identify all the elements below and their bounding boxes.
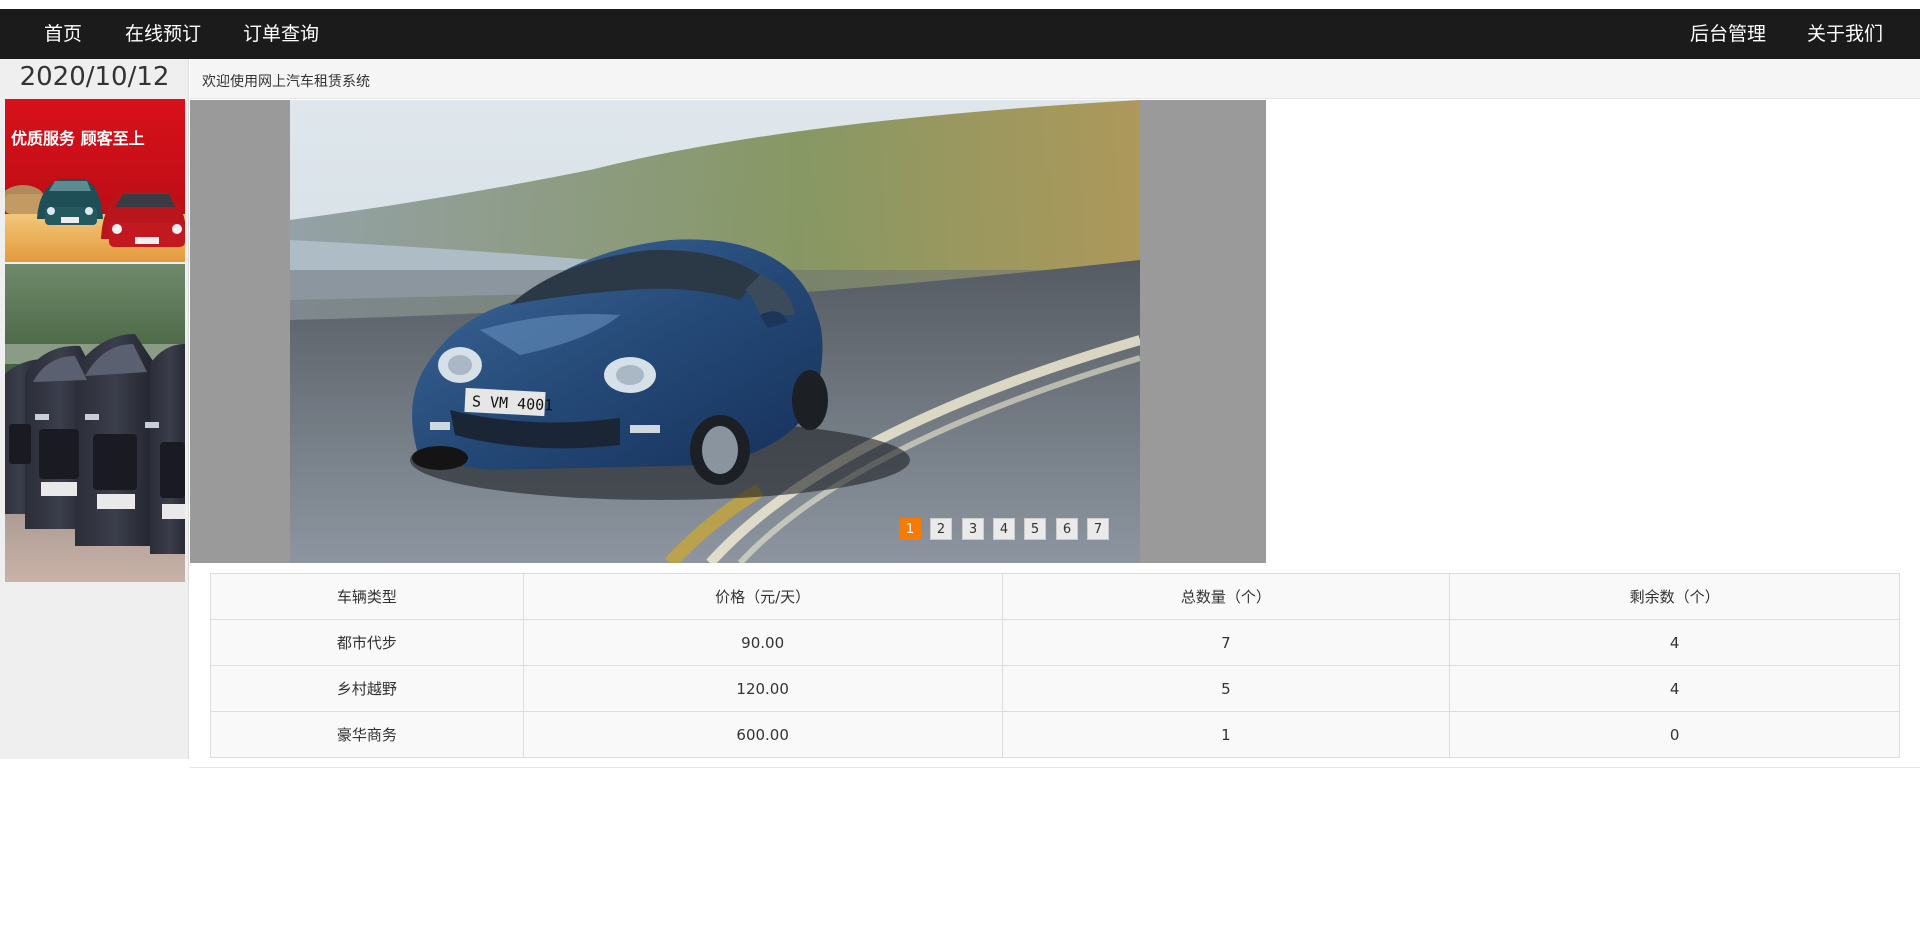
nav-order-query[interactable]: 订单查询 [243,9,319,59]
carousel-page-1[interactable]: 1 [899,518,921,540]
header-price: 价格（元/天） [522,573,1003,620]
nav-home[interactable]: 首页 [44,9,82,59]
welcome-bar: 欢迎使用网上汽车租赁系统 [190,59,1920,99]
car-photo: S VM 4001 [290,100,1140,563]
cell-total: 7 [1001,619,1451,666]
current-date: 2020/10/12 [19,62,170,92]
vehicle-table: 车辆类型 价格（元/天） 总数量（个） 剩余数（个） 都市代步 90.00 7 … [210,573,1900,758]
header-total: 总数量（个） [1001,573,1451,620]
cell-vehicle-type: 都市代步 [210,619,524,666]
service-ad-image[interactable]: 优质服务 顾客至上 [5,99,185,262]
table-header-row: 车辆类型 价格（元/天） 总数量（个） 剩余数（个） [210,573,1900,620]
cell-price: 600.00 [522,711,1003,758]
cell-remaining: 0 [1449,711,1900,758]
welcome-text: 欢迎使用网上汽车租赁系统 [202,74,370,90]
cell-remaining: 4 [1449,619,1900,666]
image-carousel[interactable]: S VM 4001 1 2 3 4 5 6 7 [190,100,1266,563]
carousel-page-7[interactable]: 7 [1087,518,1109,540]
carousel-page-4[interactable]: 4 [993,518,1015,540]
service-ad-graphic: 优质服务 顾客至上 [5,99,185,262]
table-row: 豪华商务 600.00 1 0 [210,711,1900,758]
left-sidebar: 2020/10/12 优质服务 顾客至上 [0,59,189,759]
carousel-page-5[interactable]: 5 [1024,518,1046,540]
cell-price: 90.00 [522,619,1003,666]
carousel-page-3[interactable]: 3 [962,518,984,540]
nav-admin[interactable]: 后台管理 [1690,9,1766,59]
vehicle-table-section: 车辆类型 价格（元/天） 总数量（个） 剩余数（个） 都市代步 90.00 7 … [190,563,1920,768]
ad-slogan: 优质服务 顾客至上 [11,129,145,148]
carousel-page-2[interactable]: 2 [930,518,952,540]
fleet-ad-image[interactable] [5,264,185,582]
header-remaining: 剩余数（个） [1449,573,1900,620]
cell-total: 1 [1001,711,1451,758]
table-row: 都市代步 90.00 7 4 [210,619,1900,666]
nav-online-booking[interactable]: 在线预订 [125,9,201,59]
top-navbar: 首页 在线预订 订单查询 后台管理 关于我们 [0,9,1920,59]
fleet-ad-graphic [5,264,185,582]
cell-vehicle-type: 豪华商务 [210,711,524,758]
carousel-slide[interactable]: S VM 4001 [290,100,1140,563]
table-row: 乡村越野 120.00 5 4 [210,665,1900,712]
carousel-page-6[interactable]: 6 [1056,518,1078,540]
cell-total: 5 [1001,665,1451,712]
cell-price: 120.00 [522,665,1003,712]
cell-remaining: 4 [1449,665,1900,712]
top-strip [0,0,1920,9]
nav-about-us[interactable]: 关于我们 [1807,9,1883,59]
header-vehicle-type: 车辆类型 [210,573,524,620]
cell-vehicle-type: 乡村越野 [210,665,524,712]
